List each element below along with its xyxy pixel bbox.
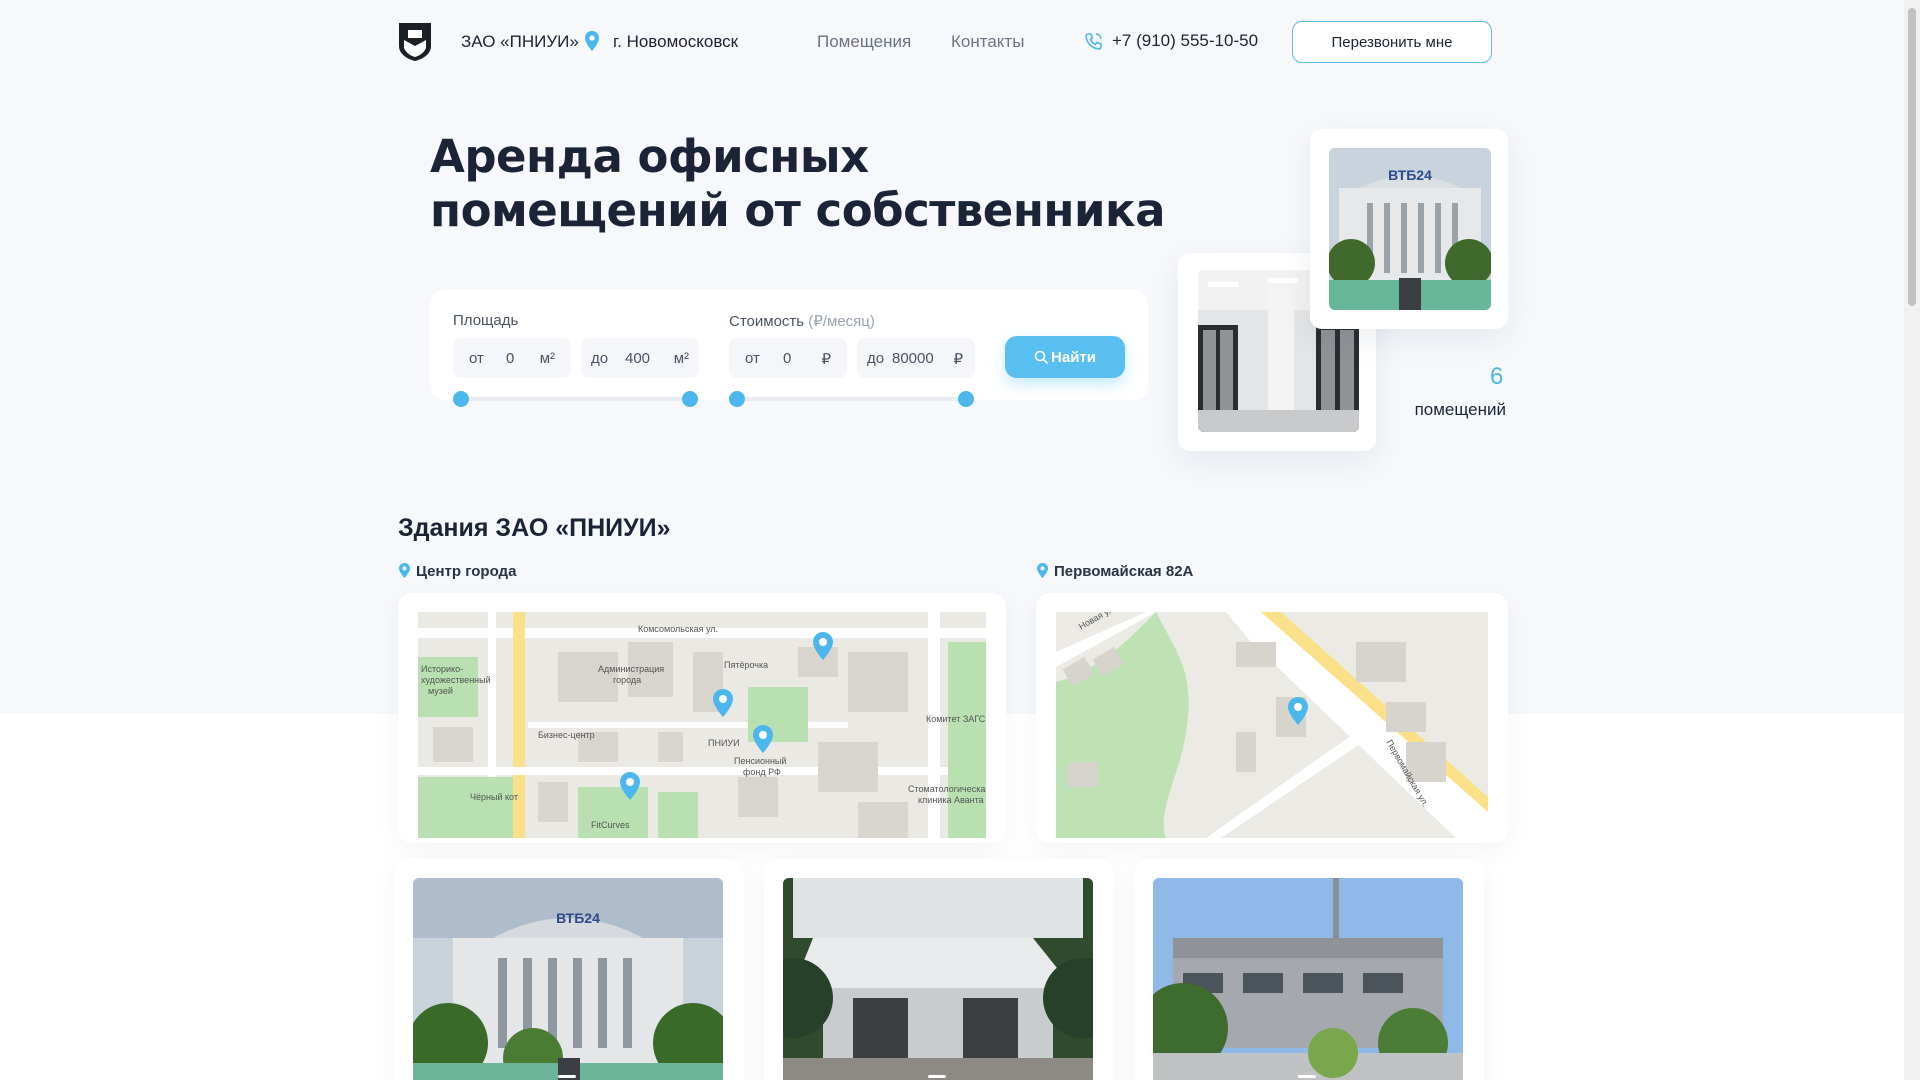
area-to-value: 400 xyxy=(625,350,651,367)
area-from-prefix: от xyxy=(469,350,484,367)
price-to-prefix: до xyxy=(867,350,885,367)
area-from-unit: м² xyxy=(539,350,555,367)
city-selector[interactable]: г. Новомосковск xyxy=(585,31,739,52)
title-line-1: Аренда офисных xyxy=(430,130,869,183)
building-card-photo-brand: ВТБ24 xyxy=(556,910,600,926)
search-icon xyxy=(1034,350,1048,364)
map-label: музей xyxy=(428,686,453,696)
price-to-value: 80000 xyxy=(892,350,934,367)
building-card-photo xyxy=(1153,878,1463,1080)
map-label: художественный xyxy=(421,675,491,685)
map-card-center: Комсомольская ул. Историко- художественн… xyxy=(398,593,1006,843)
premises-count-label: помещений xyxy=(1414,400,1506,419)
buildings-section-title: Здания ЗАО «ПНИУИ» xyxy=(398,514,671,542)
map-pervomayskaya[interactable]: Новая ул. Первомайская ул. xyxy=(1056,612,1488,838)
area-to-prefix: до xyxy=(591,350,609,367)
building-photo: ВТБ24 xyxy=(1329,148,1491,310)
map-label: города xyxy=(613,675,641,685)
area-filter-label: Площадь xyxy=(453,312,519,329)
carousel-indicator[interactable] xyxy=(928,1075,946,1078)
building-card-photo-illustration xyxy=(783,878,1093,1080)
price-filter-label: Стоимость (₽/месяц) xyxy=(729,312,875,330)
scrollbar-thumb[interactable] xyxy=(1908,8,1916,306)
building-card[interactable] xyxy=(1134,859,1484,1080)
location-pervomayskaya-text: Первомайская 82А xyxy=(1054,563,1194,580)
building-photo-illustration: ВТБ24 xyxy=(1329,148,1491,310)
price-to-unit: ₽ xyxy=(953,351,963,368)
premises-count: 6 xyxy=(1490,363,1504,390)
building-card[interactable] xyxy=(764,859,1114,1080)
phone-icon xyxy=(1085,33,1102,50)
map-label: Пятёрочка xyxy=(724,660,768,670)
company-name[interactable]: ЗАО «ПНИУИ» xyxy=(461,32,579,52)
find-button-label: Найти xyxy=(1051,348,1096,366)
map-pervomayskaya-illustration: Новая ул. Первомайская ул. xyxy=(1056,612,1488,838)
photo-card-building[interactable]: ВТБ24 xyxy=(1310,129,1508,329)
filter-panel: Площадь от 0 м² до 400 м² Стоимость (₽/м… xyxy=(430,290,1148,407)
price-from-input[interactable]: от 0 ₽ xyxy=(729,338,847,378)
building-card-photo xyxy=(783,878,1093,1080)
nav-premises[interactable]: Помещения xyxy=(817,32,911,52)
area-to-input[interactable]: до 400 м² xyxy=(581,338,699,378)
building-card-photo: ВТБ24 xyxy=(413,878,723,1080)
city-label: г. Новомосковск xyxy=(613,32,739,51)
map-label: ПНИУИ xyxy=(708,738,740,748)
map-center-illustration: Комсомольская ул. Историко- художественн… xyxy=(418,612,986,838)
building-card[interactable]: ВТБ24 xyxy=(394,859,744,1080)
building-card-photo-illustration: ВТБ24 xyxy=(413,878,723,1080)
building-card-photo-illustration xyxy=(1153,878,1463,1080)
area-slider-min-handle[interactable] xyxy=(453,391,469,407)
carousel-indicator[interactable] xyxy=(1298,1075,1316,1078)
map-label: Пенсионный xyxy=(734,756,786,766)
location-label-center[interactable]: Центр города xyxy=(399,563,517,580)
map-label: Чёрный кот xyxy=(470,792,518,802)
map-label: Бизнес-центр xyxy=(538,730,595,740)
price-slider-track[interactable] xyxy=(737,397,967,401)
phone-link[interactable]: +7 (910) 555-10-50 xyxy=(1085,31,1259,51)
scrollbar[interactable] xyxy=(1904,0,1920,1080)
price-slider-min-handle[interactable] xyxy=(729,391,745,407)
price-from-unit: ₽ xyxy=(821,351,831,368)
area-slider-max-handle[interactable] xyxy=(682,391,698,407)
location-pin-icon xyxy=(585,31,599,51)
location-center-text: Центр города xyxy=(416,563,517,580)
shield-logo-icon[interactable] xyxy=(398,22,432,62)
title-line-2: помещений от собственника xyxy=(430,184,1165,237)
nav-contacts[interactable]: Контакты xyxy=(951,32,1024,52)
price-from-prefix: от xyxy=(745,350,760,367)
page-title: Аренда офисных помещений от собственника xyxy=(430,130,1190,238)
site-header: ЗАО «ПНИУИ» г. Новомосковск Помещения Ко… xyxy=(398,20,1493,64)
map-center[interactable]: Комсомольская ул. Историко- художественн… xyxy=(418,612,986,838)
find-button[interactable]: Найти xyxy=(1005,336,1125,378)
map-label: Стоматологическая xyxy=(908,784,986,794)
area-slider-track[interactable] xyxy=(461,397,693,401)
map-label: клиника Аванта xyxy=(918,795,984,805)
price-unit-note: (₽/месяц) xyxy=(808,313,875,330)
price-slider-max-handle[interactable] xyxy=(958,391,974,407)
map-label: Администрация xyxy=(598,664,664,674)
location-label-pervomayskaya[interactable]: Первомайская 82А xyxy=(1037,563,1194,580)
callback-button[interactable]: Перезвонить мне xyxy=(1292,21,1492,63)
map-label: FitCurves xyxy=(591,820,630,830)
price-from-value: 0 xyxy=(783,350,792,367)
building-photo-brand: ВТБ24 xyxy=(1388,167,1432,183)
map-card-pervomayskaya: Новая ул. Первомайская ул. xyxy=(1036,593,1508,843)
map-label: Историко- xyxy=(421,664,463,674)
price-label-text: Стоимость xyxy=(729,313,805,330)
location-pin-icon xyxy=(1037,563,1048,578)
area-from-input[interactable]: от 0 м² xyxy=(453,338,571,378)
area-from-value: 0 xyxy=(506,350,515,367)
map-label: фонд РФ xyxy=(743,767,781,777)
price-to-input[interactable]: до 80000 ₽ xyxy=(857,338,975,378)
phone-number: +7 (910) 555-10-50 xyxy=(1112,31,1259,50)
carousel-indicator[interactable] xyxy=(558,1075,576,1078)
location-pin-icon xyxy=(399,563,410,578)
map-label: Комитет ЗАГС xyxy=(926,714,986,724)
map-label: Комсомольская ул. xyxy=(638,624,718,634)
area-to-unit: м² xyxy=(673,350,689,367)
